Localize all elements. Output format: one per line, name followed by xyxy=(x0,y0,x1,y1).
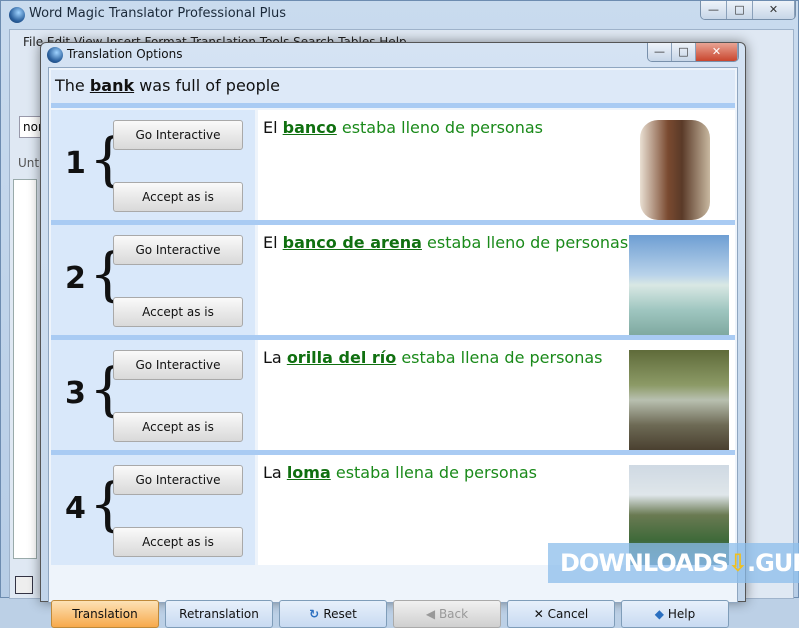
translation-text: La loma estaba llena de personas xyxy=(263,463,537,482)
option-row: 1 { Go Interactive Accept as is El banco… xyxy=(51,110,735,220)
main-window-controls: — □ ✕ xyxy=(700,1,796,20)
back-label: Back xyxy=(438,607,469,621)
retranslation-button[interactable]: Retranslation xyxy=(165,600,273,628)
maximize-button[interactable]: □ xyxy=(727,1,753,19)
close-button[interactable]: ✕ xyxy=(753,1,795,19)
accept-as-is-button[interactable]: Accept as is xyxy=(113,182,243,212)
cancel-label: Cancel xyxy=(547,607,589,621)
source-text: The xyxy=(55,76,90,95)
reset-button[interactable]: ↻ Reset xyxy=(279,600,387,628)
option-row: 3 { Go Interactive Accept as is La orill… xyxy=(51,340,735,450)
help-button[interactable]: ◆ Help xyxy=(621,600,729,628)
dialog-controls: — □ ✕ xyxy=(647,43,739,62)
translation-text: El banco de arena estaba lleno de person… xyxy=(263,233,628,252)
rest: estaba llena de personas xyxy=(330,463,537,482)
riverbank-photo xyxy=(629,350,729,450)
rest: estaba llena de personas xyxy=(396,348,603,367)
dialog-maximize-button[interactable]: □ xyxy=(672,43,696,61)
back-button[interactable]: ◀ Back xyxy=(393,600,501,628)
translation-panel: El banco estaba lleno de personas xyxy=(258,110,735,220)
watermark-text-2: .GURU xyxy=(746,549,799,577)
main-title: Word Magic Translator Professional Plus xyxy=(29,6,287,21)
watermark: DOWNLOADS⇩.GURU xyxy=(548,543,799,583)
view-icon[interactable] xyxy=(15,576,33,594)
accept-as-is-button[interactable]: Accept as is xyxy=(113,412,243,442)
translation-options-dialog: Translation Options — □ ✕ The bank was f… xyxy=(40,42,746,628)
help-label: Help xyxy=(667,607,696,621)
translation-panel: La orilla del río estaba llena de person… xyxy=(258,340,735,450)
go-interactive-button[interactable]: Go Interactive xyxy=(113,465,243,495)
source-keyword: bank xyxy=(89,76,135,95)
option-controls: 4 { Go Interactive Accept as is xyxy=(51,455,255,565)
dialog-client: The bank was full of people 1 { Go Inter… xyxy=(48,67,738,628)
lead: La xyxy=(263,463,287,482)
lead: El xyxy=(263,118,283,137)
translation-button[interactable]: Translation xyxy=(51,600,159,628)
accept-as-is-button[interactable]: Accept as is xyxy=(113,297,243,327)
dialog-title: Translation Options xyxy=(67,47,183,61)
option-number: 4 xyxy=(65,491,86,526)
keyword: orilla del río xyxy=(286,348,397,367)
option-number: 1 xyxy=(65,146,86,181)
dialog-icon xyxy=(47,47,63,63)
translation-panel: El banco de arena estaba lleno de person… xyxy=(258,225,735,335)
vertical-ruler xyxy=(13,179,37,559)
accept-as-is-button[interactable]: Accept as is xyxy=(113,527,243,557)
option-row: 2 { Go Interactive Accept as is El banco… xyxy=(51,225,735,335)
translation-text: El banco estaba lleno de personas xyxy=(263,118,543,137)
cancel-icon: ✕ xyxy=(533,607,548,621)
cancel-button[interactable]: ✕ Cancel xyxy=(507,600,615,628)
option-controls: 2 { Go Interactive Accept as is xyxy=(51,225,255,335)
keyword: banco de arena xyxy=(282,233,422,252)
watermark-text: DOWNLOADS xyxy=(560,549,729,577)
reset-icon: ↻ xyxy=(309,607,324,621)
sandbank-photo xyxy=(629,235,729,335)
source-text: was full of people xyxy=(134,76,281,95)
dialog-minimize-button[interactable]: — xyxy=(648,43,672,61)
keyword: banco xyxy=(282,118,337,137)
go-interactive-button[interactable]: Go Interactive xyxy=(113,350,243,380)
option-number: 2 xyxy=(65,261,86,296)
go-interactive-button[interactable]: Go Interactive xyxy=(113,235,243,265)
lead: La xyxy=(263,348,287,367)
option-controls: 1 { Go Interactive Accept as is xyxy=(51,110,255,220)
dialog-close-button[interactable]: ✕ xyxy=(696,43,738,61)
download-arrow-icon: ⇩ xyxy=(727,549,748,577)
option-number: 3 xyxy=(65,376,86,411)
help-icon: ◆ xyxy=(654,607,668,621)
rest: estaba lleno de personas xyxy=(336,118,543,137)
dialog-footer: Translation Retranslation ↻ Reset ◀ Back… xyxy=(51,600,729,628)
keyword: loma xyxy=(286,463,331,482)
lead: El xyxy=(263,233,283,252)
minimize-button[interactable]: — xyxy=(701,1,727,19)
back-arrow-icon: ◀ xyxy=(425,607,439,621)
option-controls: 3 { Go Interactive Accept as is xyxy=(51,340,255,450)
source-sentence: The bank was full of people xyxy=(51,70,735,103)
rest: estaba lleno de personas xyxy=(421,233,629,252)
go-interactive-button[interactable]: Go Interactive xyxy=(113,120,243,150)
divider xyxy=(51,103,735,108)
translation-text: La orilla del río estaba llena de person… xyxy=(263,348,602,367)
reset-label: Reset xyxy=(323,607,357,621)
app-icon xyxy=(9,7,25,23)
bank-teller-photo xyxy=(640,120,710,220)
